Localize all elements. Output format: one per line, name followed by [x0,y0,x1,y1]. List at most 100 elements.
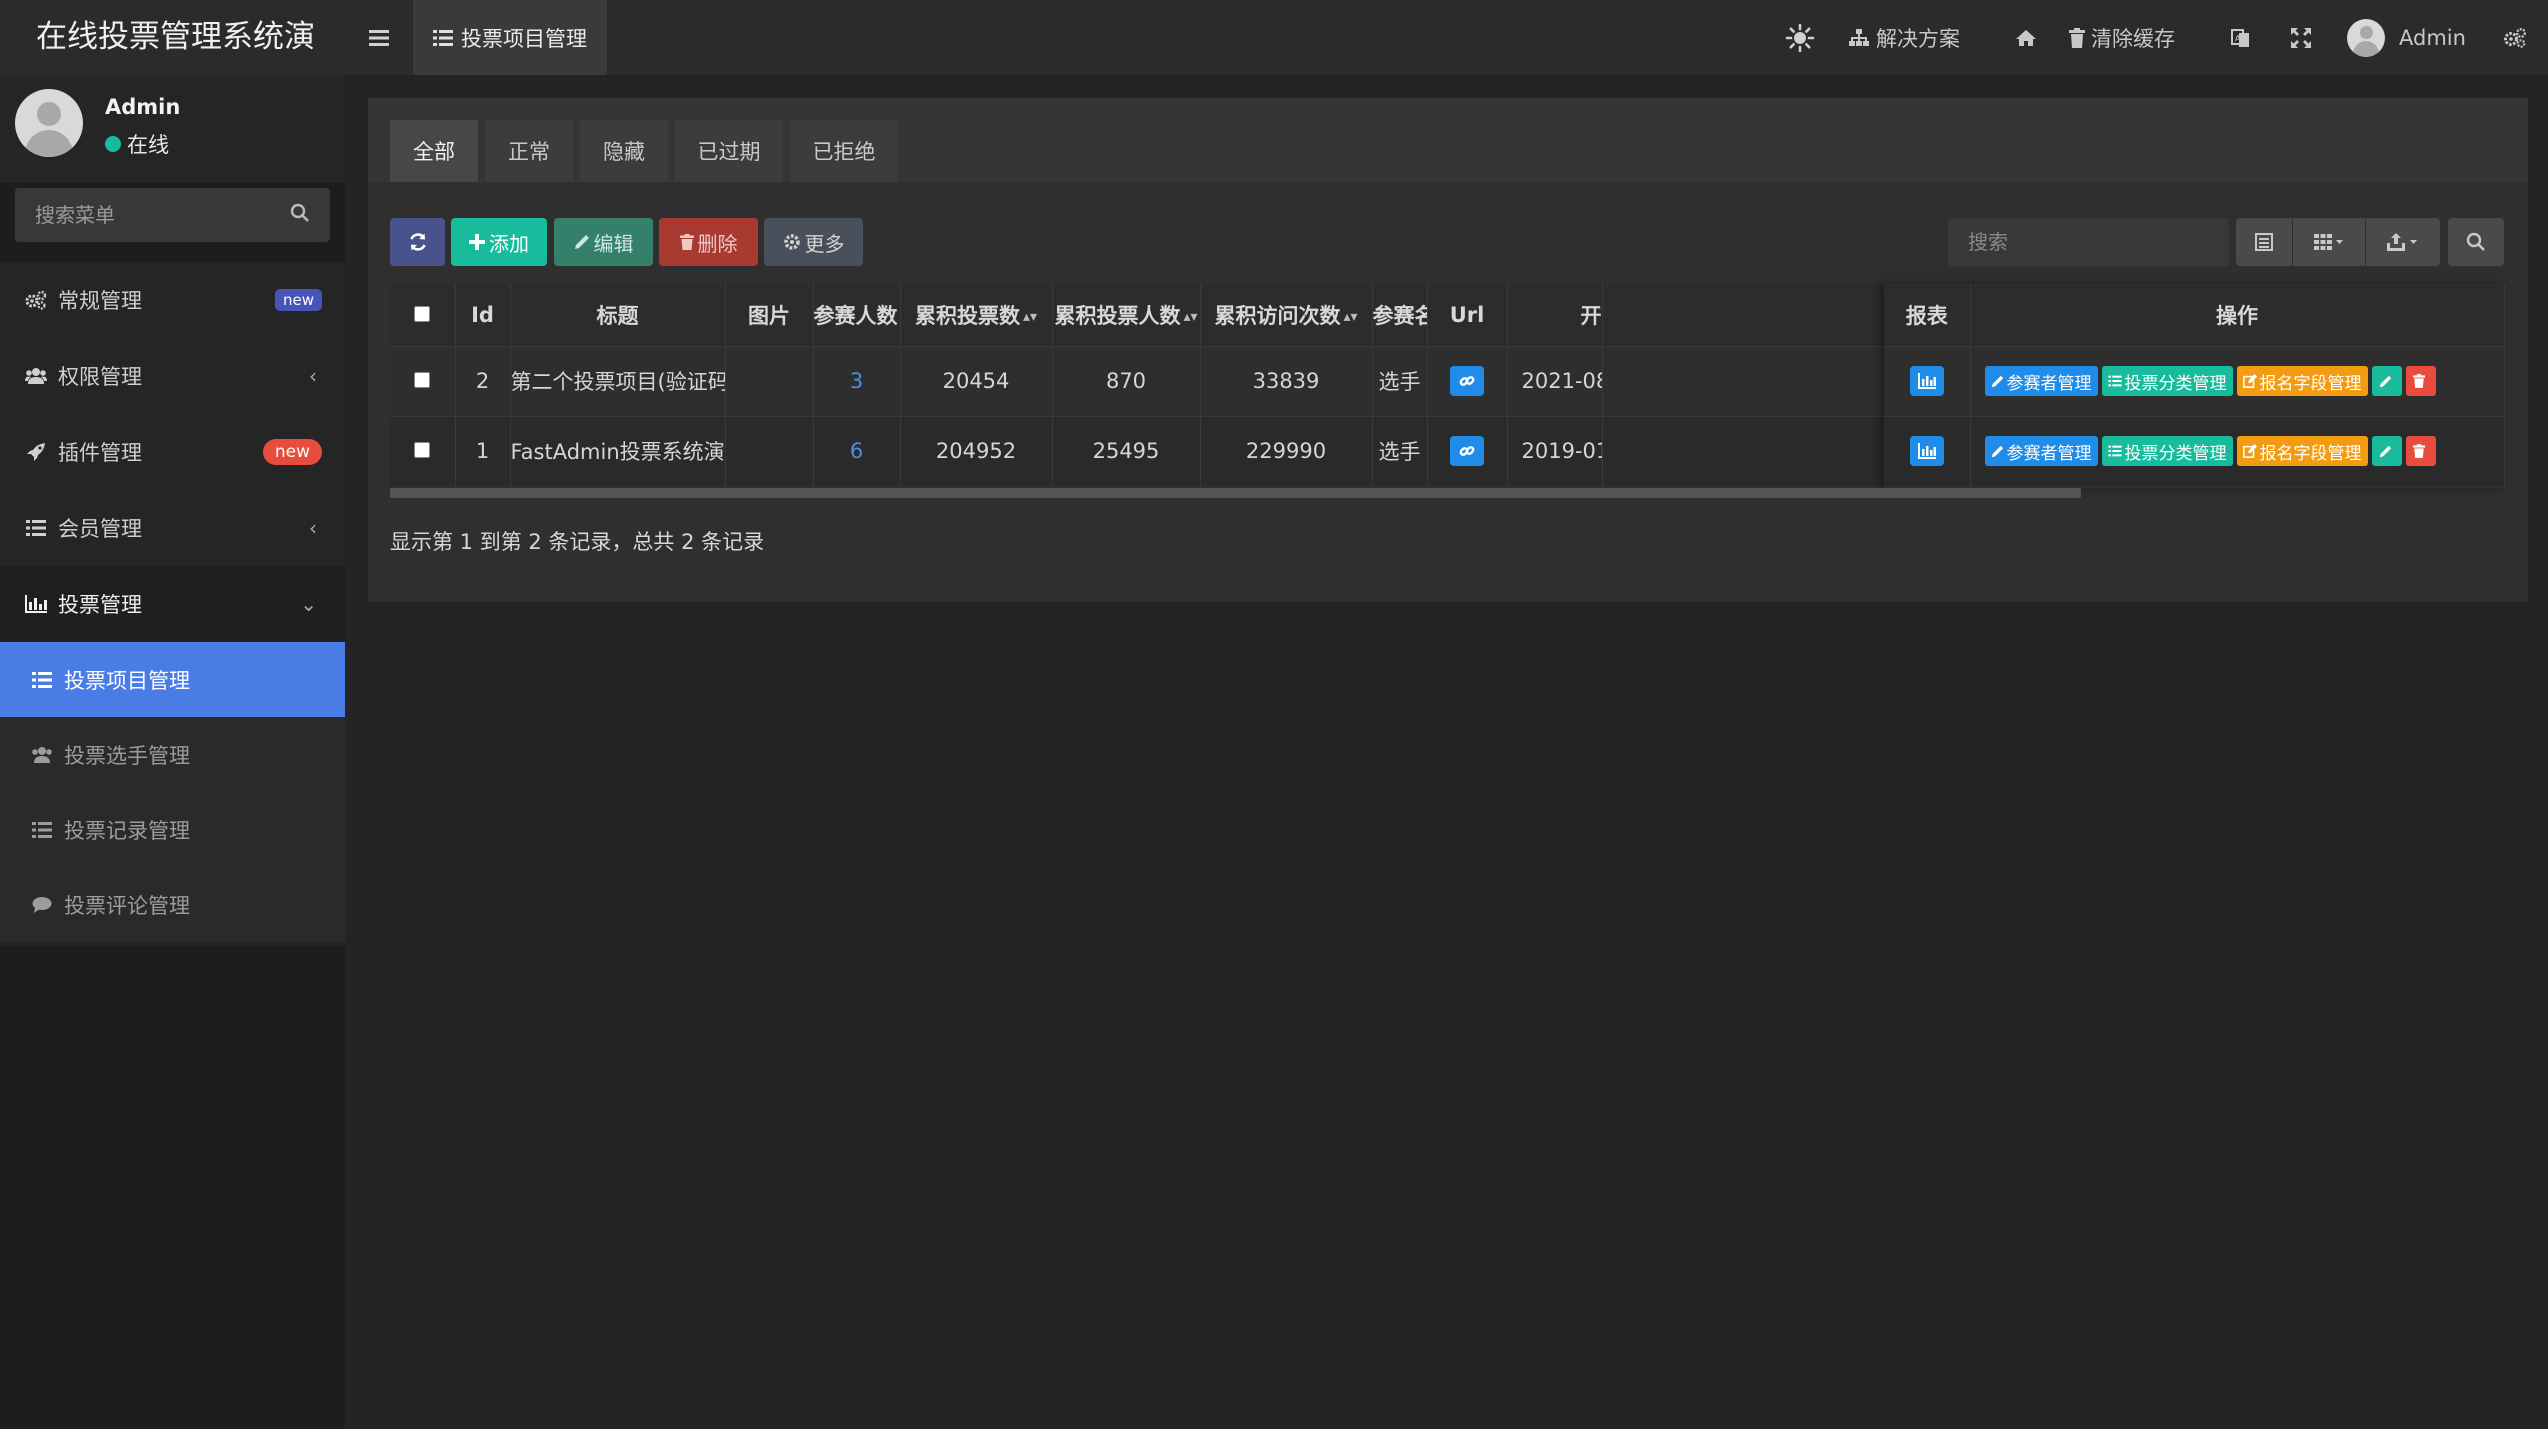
export-dropdown-button[interactable] [2366,218,2440,266]
list-icon [2107,375,2122,387]
col-image: 图片 [725,284,814,346]
gears-icon [2504,27,2526,48]
cell-participants: 3 [813,345,901,416]
app-title[interactable]: 在线投票管理系统演 [0,0,345,75]
fullscreen-button[interactable] [2291,0,2317,75]
columns-dropdown-button[interactable] [2293,218,2365,266]
solutions-link[interactable]: 解决方案 [1848,0,1960,75]
more-button[interactable]: 更多 [764,218,863,266]
list-icon [2107,445,2122,457]
button-label: 报名字段管理 [2259,373,2362,394]
participants-manage-button[interactable]: 参赛者管理 [1984,366,2098,396]
cell-voters: 25495 [1052,415,1201,486]
report-button[interactable] [1909,436,1944,467]
sidebar-item-vote-players[interactable]: 投票选手管理 [0,717,345,792]
button-label: 投票分类管理 [2124,373,2227,394]
report-button[interactable] [1909,366,1944,396]
link-button[interactable] [1450,436,1484,467]
table-search-input[interactable] [1948,218,2229,266]
advanced-search-button[interactable] [2448,218,2504,266]
theme-toggle-button[interactable] [1785,0,1821,75]
cell-image [725,345,814,416]
col-operations: 操作 [1970,284,2505,346]
delete-button[interactable]: 删除 [659,218,758,266]
col-voters[interactable]: 累积投票人数 ▴▾ [1052,284,1201,346]
add-label: 添加 [489,231,529,256]
clear-cache-button[interactable]: 清除缓存 [2069,0,2175,75]
tab-expired[interactable]: 已过期 [675,120,783,182]
participants-link[interactable]: 6 [850,439,863,463]
list-icon [30,821,54,839]
link-icon [1459,446,1475,457]
settings-button[interactable] [2503,0,2533,75]
tab-vote-projects[interactable]: 投票项目管理 [413,0,607,75]
search-icon[interactable] [290,203,310,228]
chevron-down-icon: ⌄ [300,592,317,616]
home-button[interactable] [2015,0,2043,75]
row-delete-button[interactable] [2405,366,2436,396]
table-row: 参赛者管理 投票分类管理 报名字段管理 [1884,415,2505,486]
col-participants[interactable]: 参赛人数▴▾ [813,284,901,346]
col-id[interactable]: Id [455,284,511,346]
row-select-cell [390,415,456,486]
refresh-button[interactable] [390,218,445,266]
button-label: 参赛者管理 [2006,373,2092,394]
sidebar-item-permissions[interactable]: 权限管理 ‹ [0,338,345,414]
signup-fields-button[interactable]: 报名字段管理 [2236,436,2368,467]
participants-manage-button[interactable]: 参赛者管理 [1984,436,2098,467]
cell-visits: 229990 [1200,415,1373,486]
col-visits[interactable]: 累积访问次数 ▴▾ [1200,284,1373,346]
tab-normal[interactable]: 正常 [485,120,573,182]
sort-icon: ▴▾ [1343,308,1358,325]
sidebar-toggle-button[interactable] [345,0,413,75]
language-button[interactable]: A [2231,0,2257,75]
participants-link[interactable]: 3 [850,369,863,393]
user-name: Admin [105,95,181,119]
row-edit-button[interactable] [2371,366,2402,396]
add-button[interactable]: 添加 [451,218,547,266]
sidebar-item-vote-projects[interactable]: 投票项目管理 [0,642,345,717]
table-row[interactable]: 2 第二个投票项目(验证码+有限制) 3 20454 870 33839 选手 … [390,345,2081,416]
link-icon [1459,376,1475,386]
cell-url [1427,345,1508,416]
category-manage-button[interactable]: 投票分类管理 [2101,366,2233,396]
select-all-checkbox[interactable] [414,305,431,322]
menu-search-input[interactable] [15,188,330,242]
cell-votes: 204952 [900,415,1053,486]
sidebar-item-vote-comments[interactable]: 投票评论管理 [0,867,345,942]
col-start: 开 [1507,284,1603,346]
row-delete-button[interactable] [2405,436,2436,467]
link-button[interactable] [1450,366,1484,396]
horizontal-scrollbar[interactable] [390,488,2081,498]
tab-all[interactable]: 全部 [390,120,478,182]
trash-icon [2069,27,2085,48]
sidebar-item-general[interactable]: 常规管理 new [0,262,345,338]
home-icon [2016,29,2036,46]
sidebar-item-voting[interactable]: 投票管理 ⌄ [0,566,345,642]
sidebar-item-members[interactable]: 会员管理 ‹ [0,490,345,566]
signup-fields-button[interactable]: 报名字段管理 [2236,366,2368,396]
category-manage-button[interactable]: 投票分类管理 [2101,436,2233,467]
row-edit-button[interactable] [2371,436,2402,467]
user-menu-label: Admin [2399,25,2466,50]
user-menu[interactable]: Admin [2347,0,2466,75]
sidebar-item-vote-records[interactable]: 投票记录管理 [0,792,345,867]
toggle-view-button[interactable] [2236,218,2292,266]
col-report: 报表 [1884,284,1971,346]
edit-button[interactable]: 编辑 [554,218,653,266]
row-checkbox[interactable] [414,372,431,388]
cell-title: FastAdmin投票系统演示 [510,415,726,486]
cell-report [1884,345,1971,416]
tab-rejected[interactable]: 已拒绝 [790,120,898,182]
table-row[interactable]: 1 FastAdmin投票系统演示 6 204952 25495 229990 … [390,415,2081,486]
cell-voters: 870 [1052,345,1201,416]
tab-hidden[interactable]: 隐藏 [580,120,668,182]
sidebar-item-label: 投票记录管理 [64,818,190,843]
user-status-label: 在线 [127,133,169,157]
row-checkbox[interactable] [414,442,431,459]
sidebar-item-plugins[interactable]: 插件管理 new [0,414,345,490]
menu-search [15,188,330,242]
fixed-header: 报表 操作 [1884,284,2505,346]
col-votes[interactable]: 累积投票数 ▴▾ [900,284,1053,346]
col-label: 累积投票人数 [1054,303,1181,328]
